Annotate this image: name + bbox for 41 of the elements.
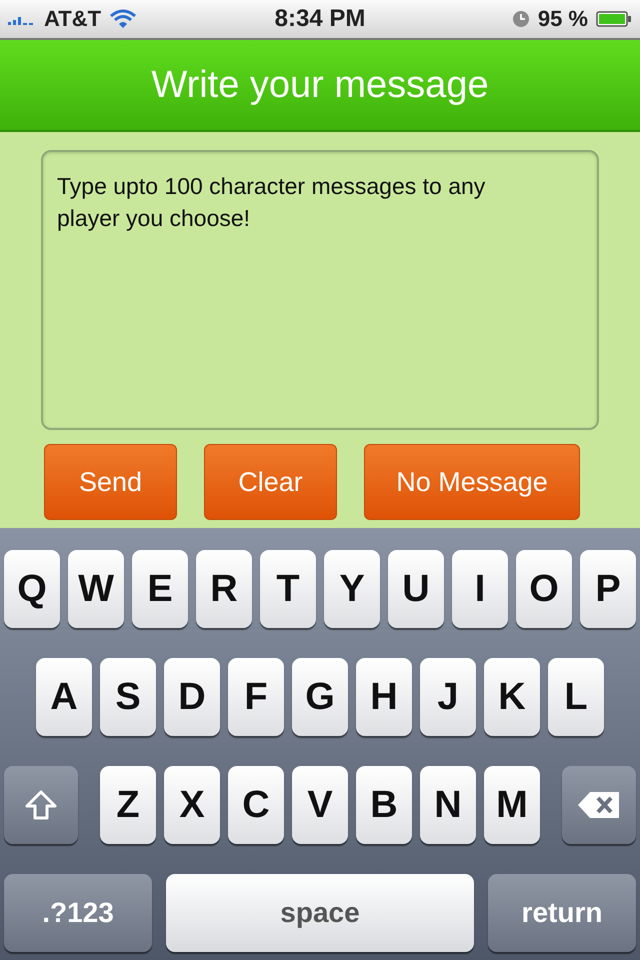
letter-key[interactable]: W (68, 550, 124, 628)
header-title: Write your message (151, 64, 489, 106)
message-field[interactable]: Type upto 100 character messages to any player you choose! (41, 150, 599, 430)
letter-key[interactable]: S (100, 658, 156, 736)
letter-key[interactable]: T (260, 550, 316, 628)
letter-key[interactable]: Z (100, 766, 156, 844)
letter-key[interactable]: U (388, 550, 444, 628)
letter-key[interactable]: E (132, 550, 188, 628)
letter-key[interactable]: D (164, 658, 220, 736)
shift-key[interactable] (4, 766, 78, 844)
letter-key[interactable]: G (292, 658, 348, 736)
numbers-key[interactable]: .?123 (4, 874, 152, 952)
letter-key[interactable]: X (164, 766, 220, 844)
letter-key[interactable]: L (548, 658, 604, 736)
shift-arrow-icon (24, 789, 58, 821)
status-time: 8:34 PM (274, 5, 366, 33)
letter-key[interactable]: A (36, 658, 92, 736)
battery-icon (596, 10, 632, 28)
battery-percent: 95 % (538, 6, 588, 32)
letter-key[interactable]: R (196, 550, 252, 628)
letter-key[interactable]: J (420, 658, 476, 736)
return-key[interactable]: return (488, 874, 636, 952)
letter-key[interactable]: N (420, 766, 476, 844)
backspace-icon (576, 790, 622, 820)
clock-icon (512, 10, 530, 28)
letter-key[interactable]: B (356, 766, 412, 844)
delete-key[interactable] (562, 766, 636, 844)
letter-key[interactable]: M (484, 766, 540, 844)
letter-key[interactable]: V (292, 766, 348, 844)
letter-key[interactable]: H (356, 658, 412, 736)
letter-key[interactable]: Y (324, 550, 380, 628)
letter-key[interactable]: K (484, 658, 540, 736)
carrier-name: AT&T (44, 6, 102, 32)
letter-key[interactable]: P (580, 550, 636, 628)
letter-key[interactable]: Q (4, 550, 60, 628)
letter-key[interactable]: I (452, 550, 508, 628)
letter-key[interactable]: C (228, 766, 284, 844)
letter-key[interactable]: F (228, 658, 284, 736)
wifi-icon (109, 9, 138, 29)
space-key[interactable]: space (166, 874, 474, 952)
letter-key[interactable]: O (516, 550, 572, 628)
